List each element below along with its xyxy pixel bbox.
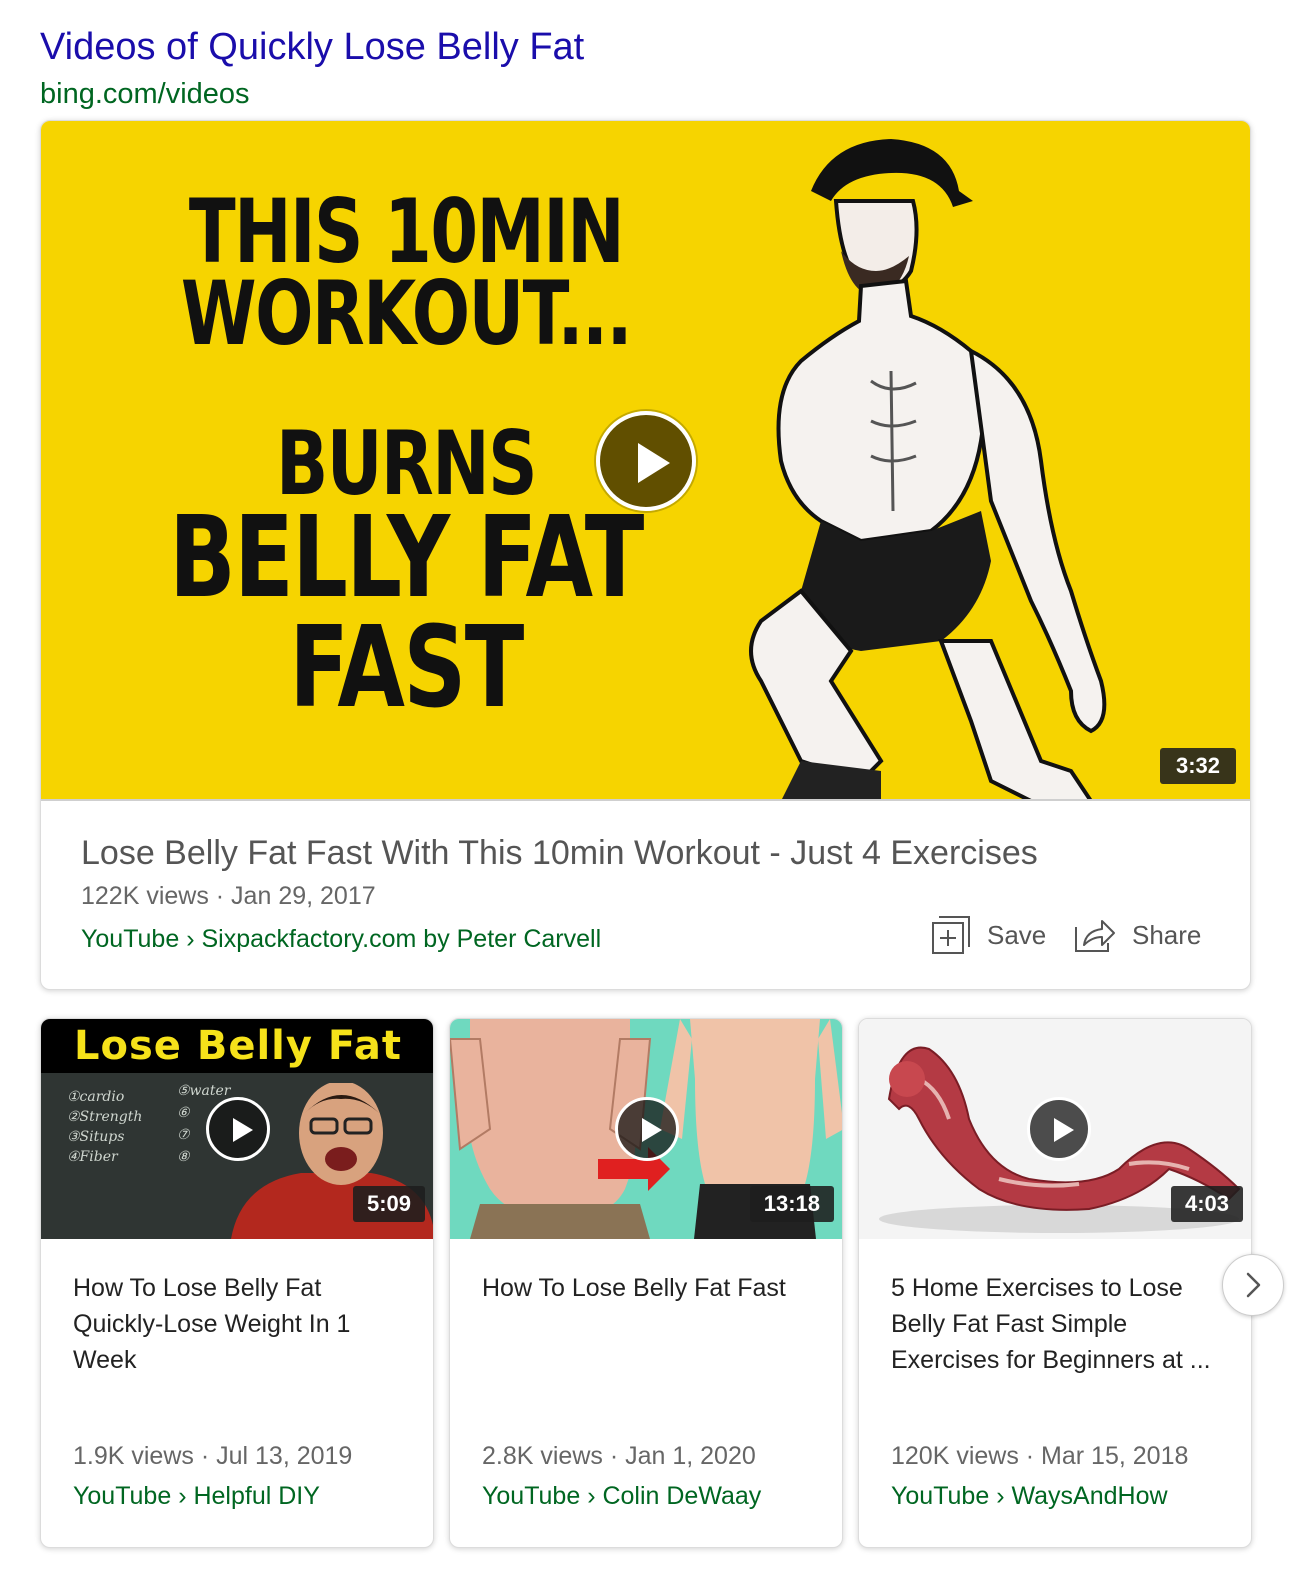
video-title[interactable]: How To Lose Belly Fat Quickly-Lose Weigh… — [73, 1270, 403, 1378]
result-url[interactable]: bing.com/videos — [40, 74, 584, 114]
video-source[interactable]: YouTube › WaysAndHow — [891, 1482, 1168, 1511]
share-icon — [1075, 920, 1115, 952]
muscular-man-illustration — [749, 139, 1107, 799]
save-button[interactable]: Save — [931, 913, 1046, 957]
chalk-text: ④Fiber — [67, 1149, 118, 1165]
chevron-right-icon — [1246, 1272, 1261, 1298]
video-source[interactable]: YouTube › Helpful DIY — [73, 1482, 320, 1511]
share-label: Share — [1132, 919, 1202, 950]
video-meta: 2.8K views · Jan 1, 2020 — [482, 1442, 756, 1470]
chalk-text: ⑥ — [177, 1105, 190, 1121]
video-thumbnail[interactable]: 13:18 — [450, 1019, 842, 1239]
video-source[interactable]: YouTube › Colin DeWaay — [482, 1482, 761, 1511]
chalk-text: ③Situps — [67, 1129, 125, 1145]
thumbnail-caption: FAST — [289, 603, 524, 733]
thumbnail-caption: BELLY FAT — [169, 493, 644, 623]
chalk-text: ②Strength — [67, 1109, 143, 1125]
duration-badge: 3:32 — [1160, 748, 1236, 784]
next-carousel-button[interactable] — [1222, 1254, 1284, 1316]
result-header: Videos of Quickly Lose Belly Fat bing.co… — [40, 22, 584, 114]
video-meta: 120K views · Mar 15, 2018 — [891, 1442, 1189, 1470]
share-button[interactable]: Share — [1074, 913, 1201, 957]
play-icon[interactable] — [1027, 1097, 1091, 1161]
thumbnail-caption: WORKOUT... — [180, 262, 633, 365]
video-thumbnail[interactable]: Lose Belly Fat ①cardio ②Strength ③Situps… — [41, 1019, 433, 1239]
video-meta: 122K views · Jan 29, 2017 — [81, 882, 376, 910]
play-icon[interactable] — [596, 411, 696, 511]
duration-badge: 13:18 — [749, 1186, 834, 1222]
save-label: Save — [987, 919, 1047, 950]
featured-video-card[interactable]: THIS 10MIN WORKOUT... BURNS BELLY FAT FA… — [40, 120, 1251, 990]
video-card[interactable]: 13:18 How To Lose Belly Fat Fast 2.8K vi… — [449, 1018, 843, 1548]
duration-badge: 5:09 — [352, 1186, 425, 1222]
video-card[interactable]: 4:03 5 Home Exercises to Lose Belly Fat … — [858, 1018, 1252, 1548]
save-plus-icon — [932, 916, 970, 954]
video-source[interactable]: YouTube › Sixpackfactory.com by Peter Ca… — [81, 925, 601, 954]
video-thumbnail[interactable]: 4:03 — [859, 1019, 1251, 1239]
play-icon[interactable] — [206, 1097, 270, 1161]
play-icon[interactable] — [615, 1097, 679, 1161]
video-card[interactable]: Lose Belly Fat ①cardio ②Strength ③Situps… — [40, 1018, 434, 1548]
thumbnail-banner: Lose Belly Fat — [41, 1019, 433, 1073]
video-meta: 1.9K views · Jul 13, 2019 — [73, 1442, 353, 1470]
chalk-text: ⑧ — [177, 1149, 190, 1165]
chalk-text: ①cardio — [67, 1089, 125, 1105]
featured-thumbnail[interactable]: THIS 10MIN WORKOUT... BURNS BELLY FAT FA… — [41, 121, 1250, 801]
duration-badge: 4:03 — [1170, 1186, 1243, 1222]
chalk-text: ⑤water — [177, 1083, 231, 1099]
result-title-link[interactable]: Videos of Quickly Lose Belly Fat — [40, 22, 584, 72]
video-title[interactable]: How To Lose Belly Fat Fast — [482, 1270, 812, 1306]
chalk-text: ⑦ — [177, 1127, 190, 1143]
video-title[interactable]: 5 Home Exercises to Lose Belly Fat Fast … — [891, 1270, 1221, 1378]
video-title[interactable]: Lose Belly Fat Fast With This 10min Work… — [81, 834, 1038, 873]
